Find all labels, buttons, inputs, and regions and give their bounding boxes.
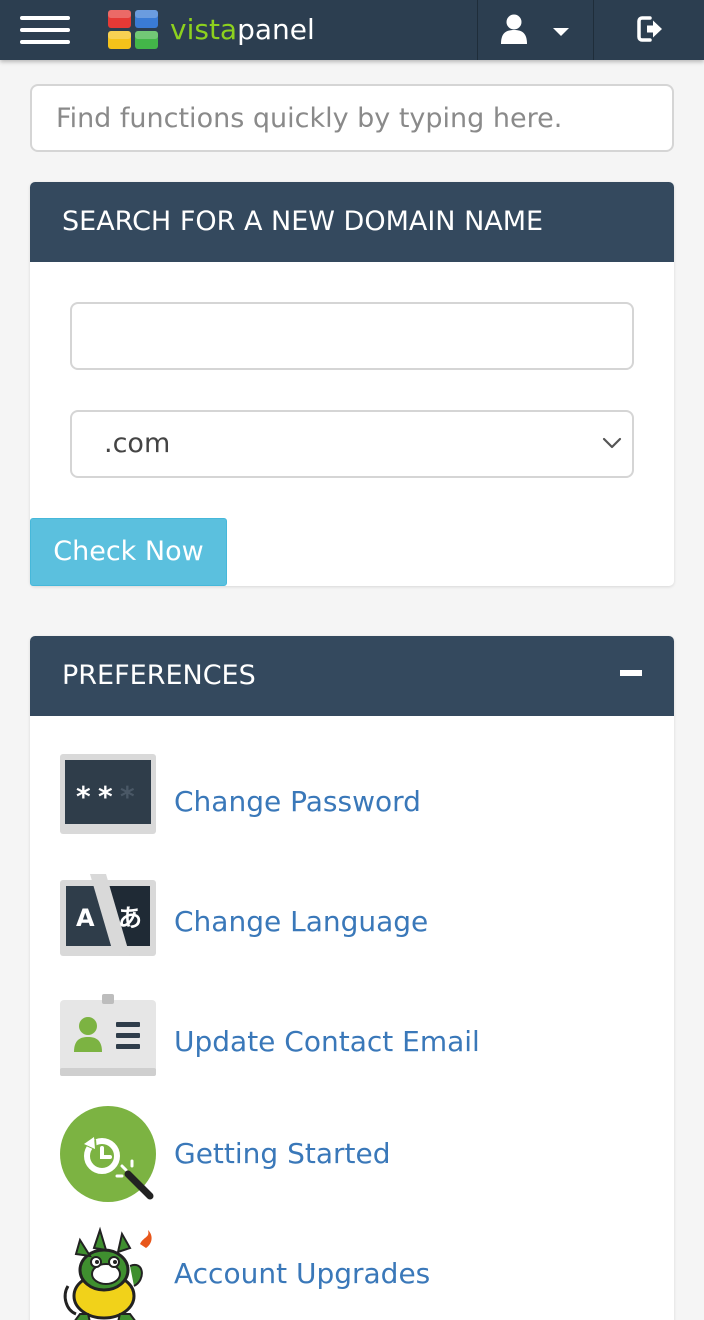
svg-text:*: * (76, 780, 91, 813)
pref-item-label: Change Language (174, 905, 429, 938)
dragon-mascot-icon (63, 1226, 152, 1320)
password-icon: * * * (60, 754, 156, 834)
language-icon: A あ (60, 874, 156, 956)
user-icon (501, 14, 527, 44)
pref-item-change-language[interactable]: A あ Change Language (60, 874, 640, 970)
pref-item-getting-started[interactable]: Getting Started (60, 1106, 640, 1202)
pref-item-label: Update Contact Email (174, 1025, 480, 1058)
chevron-down-icon (602, 437, 622, 449)
pref-item-change-password[interactable]: * * * Change Password (60, 754, 640, 850)
svg-text:A: A (76, 904, 95, 932)
domain-name-input[interactable] (70, 302, 634, 370)
logo-squares-icon (108, 10, 158, 49)
logo-text-vista: vista (170, 13, 238, 46)
logo-text: vistapanel (170, 12, 315, 48)
logo-text-panel: panel (237, 13, 315, 46)
user-menu-button[interactable] (478, 0, 593, 60)
getting-started-icon (60, 1106, 156, 1202)
check-now-button[interactable]: Check Now (30, 518, 227, 586)
pref-item-update-contact-email[interactable]: Update Contact Email (60, 994, 640, 1090)
top-navbar: vistapanel (0, 0, 704, 60)
panel-header: SEARCH FOR A NEW DOMAIN NAME (30, 182, 674, 262)
chevron-down-icon (553, 28, 569, 36)
logout-icon (637, 16, 662, 42)
svg-text:*: * (98, 780, 113, 813)
menu-toggle-icon[interactable] (20, 14, 70, 46)
logout-button[interactable] (594, 0, 704, 60)
function-search-input[interactable] (30, 84, 674, 152)
panel-header: PREFERENCES (30, 636, 674, 716)
preferences-panel: PREFERENCES * * * Change Password A あ Cha… (30, 636, 674, 1320)
panel-title: SEARCH FOR A NEW DOMAIN NAME (62, 206, 544, 237)
pref-item-label: Getting Started (174, 1137, 391, 1170)
tld-select[interactable]: .com (70, 410, 634, 478)
panel-title: PREFERENCES (62, 660, 256, 691)
pref-item-label: Account Upgrades (174, 1257, 431, 1290)
contact-card-icon (60, 994, 156, 1076)
pref-item-label: Change Password (174, 785, 421, 818)
svg-text:*: * (120, 780, 135, 813)
pref-item-account-upgrades[interactable]: Account Upgrades (60, 1226, 640, 1320)
svg-text:あ: あ (118, 904, 142, 932)
domain-search-panel: SEARCH FOR A NEW DOMAIN NAME .com Check … (30, 182, 674, 586)
collapse-minus-icon[interactable] (620, 670, 642, 676)
tld-selected-value: .com (104, 428, 171, 459)
